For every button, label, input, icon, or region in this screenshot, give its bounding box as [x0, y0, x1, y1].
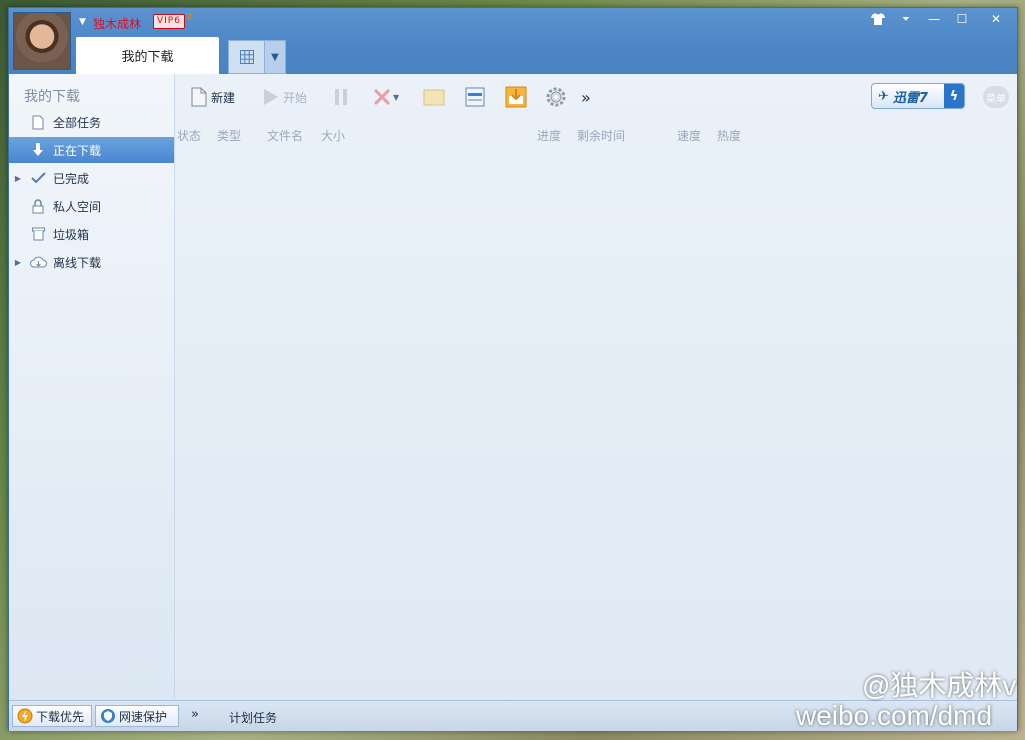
download-to-button[interactable] — [505, 84, 527, 110]
thunder7-logo-button[interactable]: ✈ 迅雷7 ϟ — [871, 83, 965, 109]
dropdown-menu-icon: ⏷ — [902, 13, 910, 25]
sidebar-item-label: 全部任务 — [53, 115, 102, 130]
task-details-button[interactable] — [465, 84, 485, 110]
sidebar-item-label: 垃圾箱 — [53, 227, 90, 242]
grid-icon — [239, 50, 254, 64]
username[interactable]: 独木成林 — [93, 15, 141, 32]
expand-arrow-icon[interactable]: ▶ — [9, 258, 27, 267]
grid-view-button[interactable] — [228, 40, 264, 74]
download-priority-label: 下载优先 — [36, 709, 85, 724]
lock-icon — [27, 198, 49, 214]
settings-dropdown-button[interactable]: ⏷ — [893, 10, 919, 28]
new-task-button[interactable]: 新建 — [191, 84, 235, 110]
delete-x-icon — [373, 88, 391, 106]
pause-icon — [335, 89, 347, 105]
column-header-remaining-time[interactable]: 剩余时间 — [577, 127, 625, 144]
pause-button[interactable] — [333, 84, 349, 110]
title-bar: ▼ 独木成林 VIP6 ⇧ 我的下载 ▼ ⏷ — ☐ ✕ — [9, 8, 1017, 74]
sidebar-item-all-tasks[interactable]: 全部任务 — [9, 109, 174, 135]
minimize-icon: — — [928, 12, 940, 26]
sidebar-item-label: 正在下载 — [53, 143, 102, 158]
sidebar-item-offline-download[interactable]: ▶ 离线下载 — [9, 249, 174, 275]
play-icon — [264, 89, 278, 105]
download-box-icon — [505, 86, 527, 108]
column-header-status[interactable]: 状态 — [177, 127, 201, 144]
start-button[interactable]: 开始 — [263, 84, 307, 110]
sidebar-item-trash[interactable]: 垃圾箱 — [9, 221, 174, 247]
skin-button[interactable] — [865, 10, 891, 28]
brand-label: 迅雷7 — [892, 90, 928, 106]
sidebar-item-completed[interactable]: ▶ 已完成 — [9, 165, 174, 191]
sidebar-title: 我的下载 — [24, 89, 80, 105]
task-list-area: 新建 开始 ▼ » ✈ 迅雷7 ϟ 菜单 状态 类型 文件名 大小 进度 剩余时… — [175, 74, 1017, 700]
column-header-progress[interactable]: 进度 — [537, 127, 561, 144]
thunder-window: ▼ 独木成林 VIP6 ⇧ 我的下载 ▼ ⏷ — ☐ ✕ 我的下载 全部任务 正… — [8, 7, 1018, 731]
scheduled-tasks-link[interactable]: 计划任务 — [229, 709, 277, 726]
open-folder-button[interactable] — [423, 84, 445, 110]
close-icon: ✕ — [990, 12, 1002, 26]
vip-upgrade-icon[interactable]: ⇧ — [185, 12, 193, 23]
column-header-size[interactable]: 大小 — [321, 127, 345, 144]
start-label: 开始 — [283, 90, 308, 105]
folder-icon — [423, 89, 445, 106]
watermark-url: weibo.com/dmd — [796, 700, 993, 731]
column-header-filename[interactable]: 文件名 — [267, 127, 303, 144]
tab-my-downloads[interactable]: 我的下载 — [76, 37, 219, 74]
bird-logo-icon: ✈ — [878, 88, 889, 104]
new-document-icon — [191, 87, 207, 107]
gear-icon — [546, 87, 566, 107]
settings-button[interactable] — [545, 84, 567, 110]
column-header-speed[interactable]: 速度 — [677, 127, 701, 144]
sidebar-item-label: 离线下载 — [53, 255, 102, 270]
tshirt-icon — [871, 13, 885, 25]
download-arrow-icon — [27, 142, 49, 158]
minimize-button[interactable]: — — [921, 10, 947, 28]
chevron-down-icon: ▼ — [271, 51, 279, 63]
download-priority-button[interactable]: 下载优先 — [12, 705, 92, 727]
list-detail-icon — [465, 87, 485, 107]
network-protect-button[interactable]: 网速保护 — [95, 705, 179, 727]
checkmark-icon — [27, 170, 49, 186]
watermark-handle: @独木成林v — [862, 670, 1017, 701]
chevron-down-icon: ▼ — [393, 92, 400, 102]
user-dropdown-icon[interactable]: ▼ — [79, 17, 86, 27]
view-dropdown-button[interactable]: ▼ — [264, 40, 286, 74]
main-menu-button[interactable]: 菜单 — [983, 86, 1009, 108]
maximize-icon: ☐ — [956, 12, 968, 26]
sidebar-item-private-space[interactable]: 私人空间 — [9, 193, 174, 219]
sidebar-item-label: 私人空间 — [53, 199, 102, 214]
sidebar: 我的下载 全部任务 正在下载 ▶ 已完成 私人空间 垃圾箱 ▶ 离线下载 — [9, 74, 175, 700]
avatar[interactable] — [13, 12, 71, 70]
cloud-download-icon — [27, 254, 49, 270]
delete-button[interactable]: ▼ — [373, 84, 399, 110]
close-button[interactable]: ✕ — [983, 10, 1009, 28]
document-icon — [27, 114, 49, 130]
lightning-icon: ϟ — [944, 84, 964, 108]
vip-badge[interactable]: VIP6 — [153, 14, 185, 29]
trash-icon — [27, 226, 49, 242]
shield-icon — [101, 709, 115, 723]
network-protect-label: 网速保护 — [119, 709, 168, 724]
sidebar-item-label: 已完成 — [53, 171, 90, 186]
maximize-button[interactable]: ☐ — [949, 10, 975, 28]
expand-arrow-icon[interactable]: ▶ — [9, 174, 27, 183]
column-header-type[interactable]: 类型 — [217, 127, 241, 144]
new-task-label: 新建 — [211, 90, 236, 105]
tab-label: 我的下载 — [121, 50, 174, 65]
more-tools-button[interactable]: » — [581, 84, 591, 110]
lightning-circle-icon — [17, 708, 33, 724]
sidebar-item-downloading[interactable]: 正在下载 — [9, 137, 174, 163]
statusbar-more-button[interactable]: » — [191, 707, 199, 722]
column-header-popularity[interactable]: 热度 — [717, 127, 741, 144]
